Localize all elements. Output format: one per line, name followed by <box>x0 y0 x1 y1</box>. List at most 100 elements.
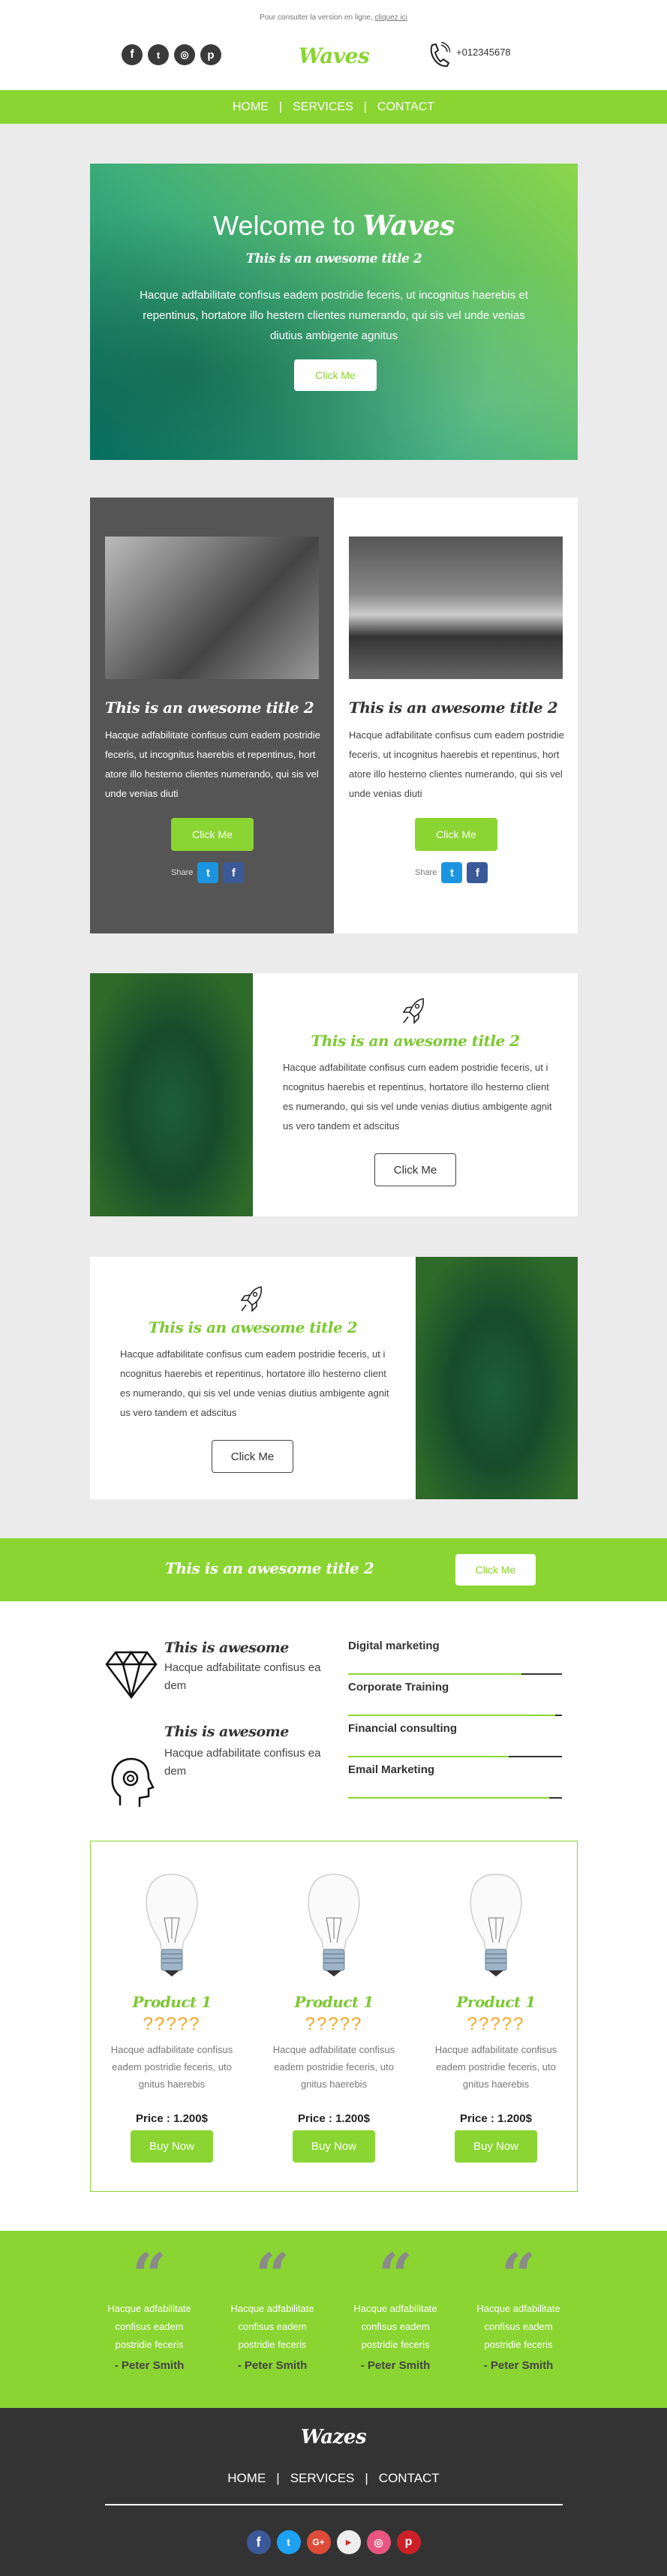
card-body: Hacque adfabilitate confisus cum eadem p… <box>349 729 564 799</box>
rocket-icon <box>240 1286 263 1312</box>
feature-body: Hacque adfabilitate confisus cum eadem p… <box>120 1348 389 1418</box>
quote-icon: “ <box>377 2240 413 2310</box>
feature-image-phone <box>416 1257 578 1499</box>
card-click-me-button[interactable]: Click Me <box>415 818 497 851</box>
feature-click-me-button[interactable]: Click Me <box>374 1153 456 1186</box>
testimonial-author: - Peter Smith <box>360 2359 431 2372</box>
skill-label: Corporate Training <box>348 1681 449 1694</box>
product-card: Product 1 ????? Hacque adfabilitate conf… <box>253 1841 415 2193</box>
phone-number[interactable]: +012345678 <box>456 47 511 58</box>
footer-nav-contact[interactable]: CONTACT <box>379 2471 440 2486</box>
skill-progress-fill <box>348 1797 549 1799</box>
phone-icon <box>430 42 450 68</box>
card-image-laptop-woman <box>349 537 563 679</box>
card-light: This is an awesome title 2 Hacque adfabi… <box>334 497 578 933</box>
feature-body: Hacque adfabilitate confisus cum eadem p… <box>283 1062 552 1132</box>
hero-subtitle: This is an awesome title 2 <box>245 251 422 266</box>
twitter-share-icon[interactable]: t <box>197 862 219 883</box>
banner-click-me-button[interactable]: Click Me <box>455 1554 536 1586</box>
skill-progress-fill <box>348 1715 556 1716</box>
footer-nav-home[interactable]: HOME <box>227 2471 266 2486</box>
quote-icon: “ <box>500 2240 536 2310</box>
email-header: Pour consulter la version en ligne, cliq… <box>0 0 667 90</box>
lightbulb-image <box>146 1874 198 1976</box>
footer-logo[interactable]: Wazes <box>0 2426 667 2448</box>
preheader: Pour consulter la version en ligne, cliq… <box>0 14 667 22</box>
buy-now-button[interactable]: Buy Now <box>455 2130 537 2163</box>
testimonial-author: - Peter Smith <box>483 2359 554 2372</box>
footer-divider <box>105 2504 563 2505</box>
testimonial: “ Hacque adfabilitate confisus eadem pos… <box>88 2231 211 2408</box>
pinterest-icon[interactable]: p <box>396 2530 421 2554</box>
banner-title: This is an awesome title 2 <box>165 1559 374 1577</box>
skill-progress-bar <box>348 1673 562 1675</box>
cta-banner: This is an awesome title 2 Click Me <box>0 1538 667 1601</box>
view-online-link[interactable]: cliquez ici <box>375 14 407 22</box>
card-body: Hacque adfabilitate confisus cum eadem p… <box>105 729 320 799</box>
testimonial-text: Hacque adfabilitate confisus eadem postr… <box>476 2303 560 2350</box>
skill-label: Digital marketing <box>348 1640 440 1652</box>
feature-row: This is an awesome title 2 Hacque adfabi… <box>90 973 578 1216</box>
youtube-icon[interactable]: ▶ <box>336 2530 361 2554</box>
facebook-share-icon[interactable]: f <box>467 862 488 883</box>
product-rating: ????? <box>143 2014 201 2034</box>
product-rating: ????? <box>305 2014 363 2034</box>
product-rating: ????? <box>467 2014 525 2034</box>
rocket-icon <box>402 998 425 1024</box>
hero-title-brand: Waves <box>362 210 455 242</box>
testimonial-author: - Peter Smith <box>114 2359 185 2372</box>
skill-label: Financial consulting <box>348 1722 458 1735</box>
quote-icon: “ <box>254 2240 290 2310</box>
nav-separator: | <box>365 2471 368 2485</box>
lightbulb-image <box>470 1874 522 1976</box>
product-description: Hacque adfabilitate confisus eadem postr… <box>434 2044 557 2090</box>
hero-section: Welcome to Waves This is an awesome titl… <box>90 164 578 460</box>
feature-item-title: This is awesome <box>164 1640 289 1656</box>
testimonial: “ Hacque adfabilitate confisus eadem pos… <box>457 2231 580 2408</box>
testimonials-section: “ Hacque adfabilitate confisus eadem pos… <box>0 2231 667 2408</box>
quote-icon: “ <box>131 2240 167 2310</box>
card-dark: This is an awesome title 2 Hacque adfabi… <box>90 497 334 933</box>
twitter-icon[interactable]: t <box>276 2530 301 2554</box>
feature-item-body: Hacque adfabilitate confisus eadem <box>164 1747 321 1778</box>
feature-row: This is an awesome title 2 Hacque adfabi… <box>90 1257 578 1499</box>
product-price: Price : 1.200$ <box>136 2112 208 2125</box>
nav-contact[interactable]: CONTACT <box>377 101 434 114</box>
footer-nav: HOME | SERVICES | CONTACT <box>0 2471 667 2486</box>
hero-title: Welcome to Waves <box>90 210 578 242</box>
pinterest-icon[interactable]: p <box>200 44 221 65</box>
product-card: Product 1 ????? Hacque adfabilitate conf… <box>91 1841 253 2193</box>
hero-body: Hacque adfabilitate confisus eadem postr… <box>140 289 528 342</box>
card-title: This is an awesome title 2 <box>349 699 558 717</box>
nav-services[interactable]: SERVICES <box>293 101 353 114</box>
buy-now-button[interactable]: Buy Now <box>293 2130 375 2163</box>
card-click-me-button[interactable]: Click Me <box>171 818 254 851</box>
hero-click-me-button[interactable]: Click Me <box>294 359 377 391</box>
logo[interactable]: Waves <box>259 44 409 68</box>
feature-title: This is an awesome title 2 <box>148 1318 358 1336</box>
product-name: Product 1 <box>294 1993 374 2011</box>
facebook-icon[interactable]: f <box>246 2530 271 2554</box>
buy-now-button[interactable]: Buy Now <box>131 2130 213 2163</box>
testimonial: “ Hacque adfabilitate confisus eadem pos… <box>211 2231 334 2408</box>
twitter-share-icon[interactable]: t <box>441 862 463 883</box>
instagram-icon[interactable]: ◎ <box>366 2530 391 2554</box>
product-card: Product 1 ????? Hacque adfabilitate conf… <box>415 1841 577 2193</box>
skill-progress-fill <box>348 1756 509 1757</box>
instagram-icon[interactable]: ◎ <box>174 44 195 65</box>
skill-progress-bar <box>348 1797 562 1799</box>
facebook-share-icon[interactable]: f <box>223 862 245 883</box>
twitter-icon[interactable]: t <box>148 44 169 65</box>
feature-click-me-button[interactable]: Click Me <box>212 1440 293 1473</box>
phone-contact: +012345678 <box>428 42 511 68</box>
google-plus-icon[interactable]: G+ <box>306 2530 331 2554</box>
nav-home[interactable]: HOME <box>233 101 269 114</box>
card-image-meeting <box>105 537 319 679</box>
facebook-icon[interactable]: f <box>122 44 143 65</box>
skill-label: Email Marketing <box>348 1763 435 1776</box>
product-description: Hacque adfabilitate confisus eadem postr… <box>272 2044 395 2090</box>
feature-image-phone <box>90 973 253 1216</box>
footer-nav-services[interactable]: SERVICES <box>290 2471 355 2486</box>
preheader-text: Pour consulter la version en ligne, <box>260 14 373 22</box>
nav-separator: | <box>278 100 283 113</box>
